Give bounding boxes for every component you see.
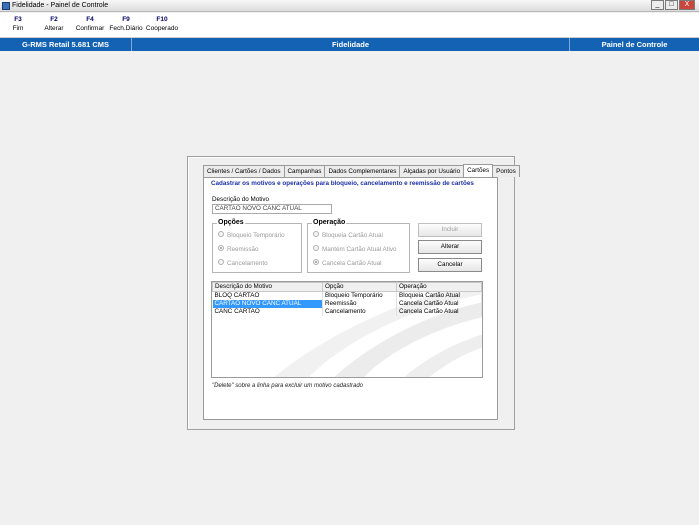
toolbar-label: Cooperado: [145, 25, 179, 32]
table-cell: Cancela Cartão Atual: [396, 308, 482, 316]
tab-dados-complementares[interactable]: Dados Complementares: [324, 165, 401, 177]
function-key-toolbar: F3 Fim F2 Alterar F4 Confirmar F9 Fech.D…: [0, 13, 699, 38]
fkey-label: F4: [86, 16, 94, 23]
maximize-button[interactable]: □: [665, 0, 678, 10]
radio-selected-icon: [313, 259, 319, 266]
motivos-grid[interactable]: Descrição do Motivo Opção Operação BLOQ …: [211, 281, 483, 378]
toolbar-item-fech-diario[interactable]: F9 Fech.Diário: [108, 15, 144, 34]
table-cell: Bloqueia Cartão Atual: [396, 291, 482, 300]
page-heading: Cadastrar os motivos e operações para bl…: [211, 180, 474, 187]
radio-selected-icon: [218, 245, 224, 252]
column-header[interactable]: Descrição do Motivo: [212, 282, 323, 292]
fkey-label: F2: [50, 16, 58, 23]
toolbar-label: Fech.Diário: [109, 25, 143, 32]
fkey-label: F9: [122, 16, 130, 23]
close-button[interactable]: X: [679, 0, 695, 10]
opcoes-title: Opções: [217, 219, 245, 226]
fkey-label: F3: [14, 16, 22, 23]
table-cell: Reemissão: [322, 300, 397, 308]
radio-label: Mantém Cartão Atual Ativo: [322, 246, 397, 253]
table-cell: CARTAO NOVO CANC ATUAL: [212, 300, 323, 308]
tab-cartoes[interactable]: Cartões: [463, 164, 494, 177]
window-title: Fidelidade - Painel de Controle: [12, 2, 109, 9]
table-row[interactable]: BLOQ CARTAO Bloqueio Temporário Bloqueia…: [212, 291, 482, 300]
opcoes-group: Opções Bloqueio Temporário Reemissão Can…: [212, 219, 302, 273]
table-row-selected[interactable]: CARTAO NOVO CANC ATUAL Reemissão Cancela…: [212, 300, 482, 308]
table-cell: Cancelamento: [322, 308, 397, 316]
tab-alcadas[interactable]: Alçadas por Usuário: [399, 165, 465, 177]
description-label: Descrição do Motivo: [212, 196, 270, 203]
tab-clientes[interactable]: Clientes / Cartões / Dados: [203, 165, 285, 177]
description-input[interactable]: CARTAO NOVO CANC ATUAL: [212, 204, 332, 214]
toolbar-item-alterar[interactable]: F2 Alterar: [42, 15, 66, 34]
operacao-group: Operação Bloqueia Cartão Atual Mantém Ca…: [307, 219, 410, 273]
radio-label: Reemissão: [227, 246, 259, 253]
table-row[interactable]: CANC CARTAO Cancelamento Cancela Cartão …: [212, 308, 482, 316]
tab-strip: Clientes / Cartões / Dados Campanhas Dad…: [203, 164, 520, 177]
tab-pontos[interactable]: Pontos: [492, 165, 520, 177]
table-cell: CANC CARTAO: [212, 308, 323, 316]
tab-page-cartoes: Cadastrar os motivos e operações para bl…: [203, 177, 498, 420]
delete-hint: "Delete" sobre a linha para excluir um m…: [212, 383, 364, 389]
radio-circle-icon: [313, 231, 319, 238]
motivos-table: Descrição do Motivo Opção Operação BLOQ …: [212, 282, 482, 316]
radio-circle-icon: [313, 245, 319, 252]
cancelar-button[interactable]: Cancelar: [418, 258, 482, 272]
status-bar: G-RMS Retail 5.681 CMS Fidelidade Painel…: [0, 38, 699, 51]
column-header[interactable]: Opção: [322, 282, 397, 292]
radio-bloqueia-cartao[interactable]: Bloqueia Cartão Atual: [313, 231, 383, 239]
table-cell: Cancela Cartão Atual: [396, 300, 482, 308]
toolbar-item-cooperado[interactable]: F10 Cooperado: [144, 15, 180, 34]
radio-label: Bloqueia Cartão Atual: [322, 232, 383, 239]
toolbar-item-confirmar[interactable]: F4 Confirmar: [74, 15, 106, 34]
toolbar-label: Alterar: [44, 25, 64, 32]
status-version: G-RMS Retail 5.681 CMS: [0, 38, 132, 51]
radio-circle-icon: [218, 231, 224, 238]
title-bar: Fidelidade - Painel de Controle _ □ X: [0, 0, 699, 12]
radio-reemissao[interactable]: Reemissão: [218, 245, 259, 253]
status-screen: Painel de Controle: [601, 40, 668, 49]
toolbar-label: Fim: [12, 25, 24, 32]
status-module: Fidelidade: [132, 38, 570, 51]
app-icon: [2, 2, 10, 10]
table-cell: Bloqueio Temporário: [322, 291, 397, 300]
radio-cancela-cartao[interactable]: Cancela Cartão Atual: [313, 259, 382, 267]
radio-mantem-cartao[interactable]: Mantém Cartão Atual Ativo: [313, 245, 397, 253]
toolbar-item-fim[interactable]: F3 Fim: [8, 15, 28, 34]
minimize-button[interactable]: _: [651, 0, 664, 10]
tab-campanhas[interactable]: Campanhas: [283, 165, 326, 177]
column-header[interactable]: Operação: [396, 282, 482, 292]
operacao-title: Operação: [312, 219, 347, 226]
radio-circle-icon: [218, 259, 224, 266]
alterar-button[interactable]: Alterar: [418, 240, 482, 254]
table-cell: BLOQ CARTAO: [212, 291, 323, 300]
radio-bloqueio-temporario[interactable]: Bloqueio Temporário: [218, 231, 285, 239]
incluir-button[interactable]: Incluir: [418, 223, 482, 237]
radio-cancelamento[interactable]: Cancelamento: [218, 259, 268, 267]
fkey-label: F10: [156, 16, 168, 23]
toolbar-label: Confirmar: [75, 25, 105, 32]
radio-label: Cancelamento: [227, 260, 268, 267]
radio-label: Cancela Cartão Atual: [322, 260, 382, 267]
table-header: Descrição do Motivo Opção Operação: [212, 282, 482, 292]
radio-label: Bloqueio Temporário: [227, 232, 285, 239]
